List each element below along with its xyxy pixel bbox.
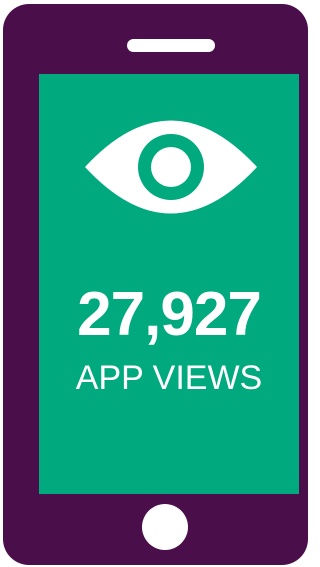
phone-illustration: 27,927 APP VIEWS — [3, 4, 308, 565]
app-views-count: 27,927 — [77, 280, 262, 349]
speaker-slot — [127, 39, 215, 52]
phone-screen: 27,927 APP VIEWS — [39, 74, 299, 494]
home-button — [142, 504, 188, 550]
app-views-label: APP VIEWS — [75, 359, 263, 397]
eye-icon — [85, 120, 257, 214]
